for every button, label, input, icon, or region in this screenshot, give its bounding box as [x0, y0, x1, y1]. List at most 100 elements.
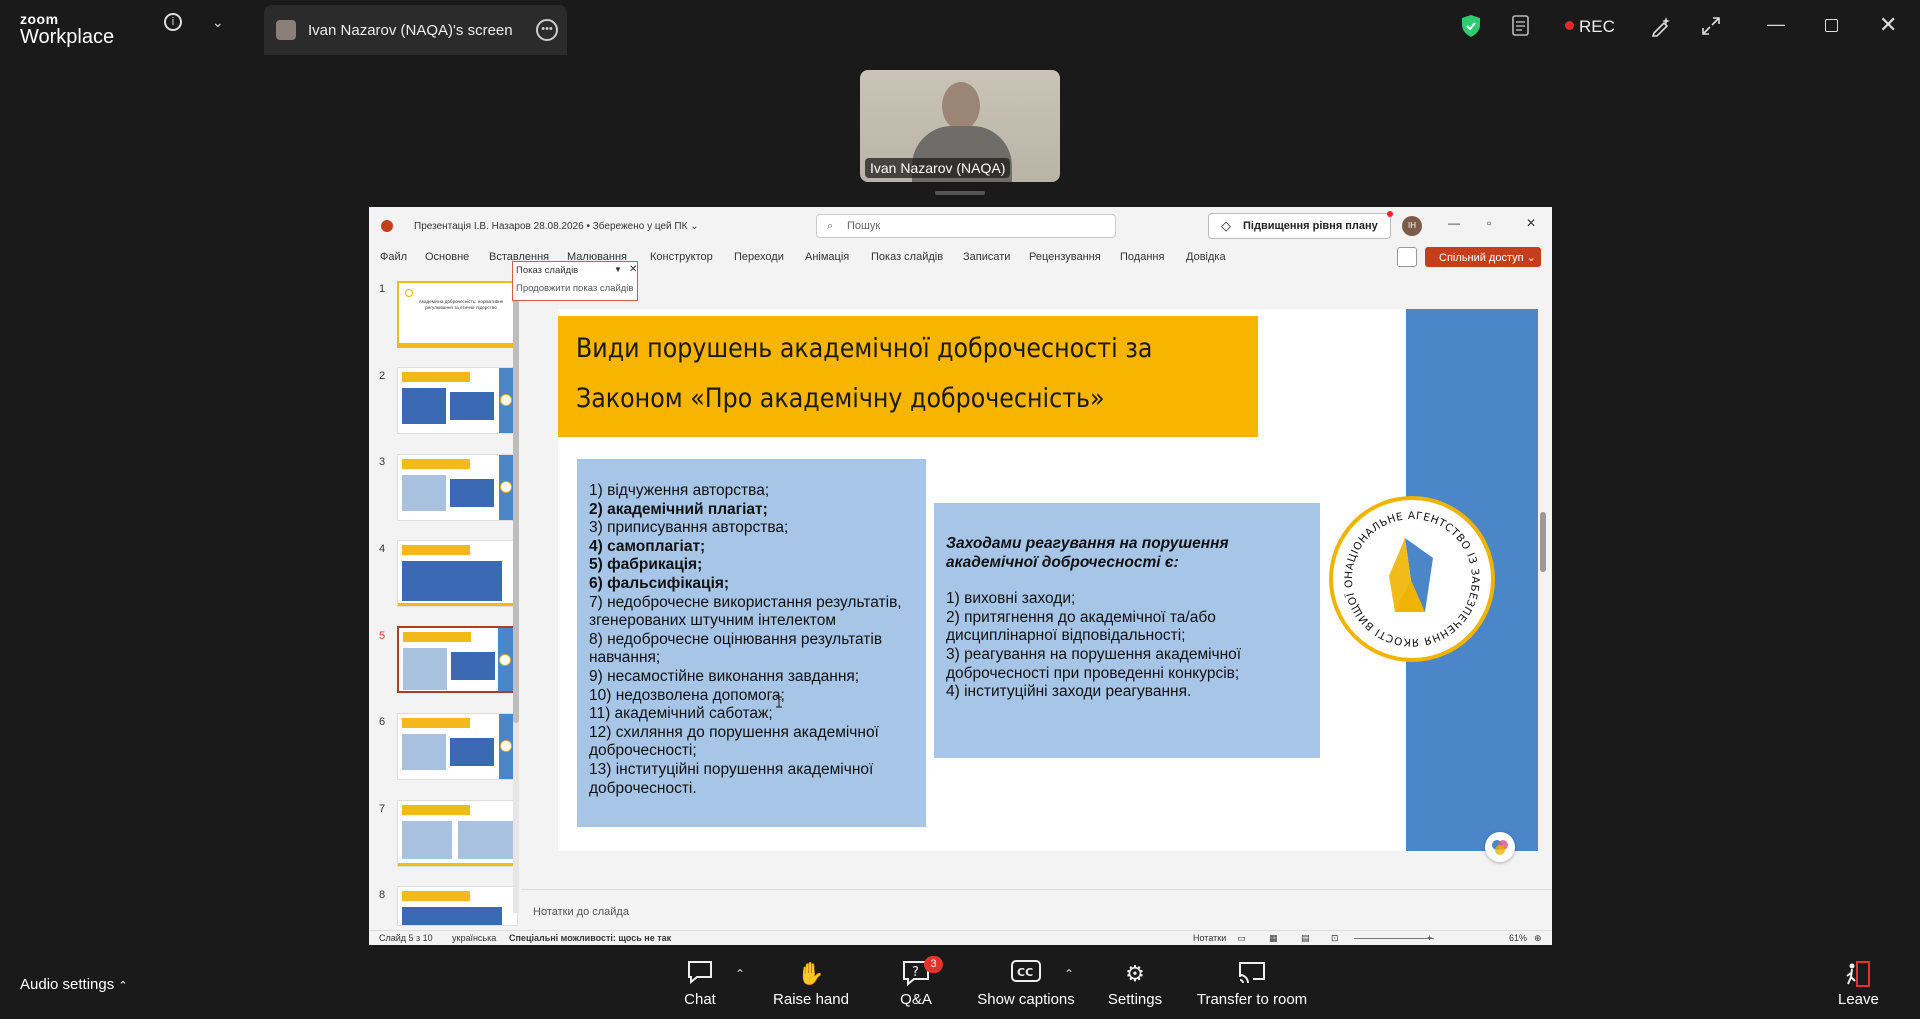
video-drag-handle[interactable]	[935, 191, 985, 195]
raise-hand-button[interactable]: ✋ Raise hand	[770, 959, 852, 1008]
menu-animation[interactable]: Анімація	[805, 251, 849, 263]
ppt-search-placeholder: Пошук	[847, 220, 881, 232]
ppt-share-button[interactable]: Спільний доступ ⌄	[1425, 247, 1541, 267]
info-icon[interactable]: i	[164, 13, 182, 31]
slide-scrollbar-knob[interactable]	[1540, 512, 1546, 572]
close-window-icon[interactable]: ✕	[1879, 12, 1897, 38]
zoom-slider[interactable]	[1354, 938, 1434, 939]
slide-title-line-2: Законом «Про академічну доброчесність»	[576, 383, 1105, 414]
sorter-view-icon[interactable]: ▦	[1269, 933, 1278, 944]
scrollbar-knob[interactable]	[513, 283, 519, 723]
response-measures-box[interactable]: Заходами реагування на порушення академі…	[934, 503, 1320, 758]
screen-share-tab[interactable]: Ivan Nazarov (NAQA)'s screen •••	[264, 5, 567, 55]
transfer-label: Transfer to room	[1196, 991, 1308, 1008]
fullscreen-icon[interactable]	[1701, 16, 1721, 36]
response-header: Заходами реагування на порушення академі…	[946, 535, 1229, 571]
audio-settings-button[interactable]: Audio settings ⌃	[20, 976, 128, 993]
notes-placeholder: Нотатки до слайда	[533, 906, 629, 918]
slide-thumb-4[interactable]	[397, 540, 518, 607]
comments-icon[interactable]	[1397, 247, 1417, 267]
slide-title-line-1: Види порушень академічної доброчесності …	[576, 333, 1153, 364]
more-options-icon[interactable]: •••	[536, 19, 558, 41]
slide-thumb-8[interactable]	[397, 886, 518, 926]
minimize-window-icon[interactable]: —	[1767, 14, 1785, 35]
slide-thumb-2[interactable]	[397, 367, 518, 434]
menu-slideshow[interactable]: Показ слайдів	[871, 251, 943, 263]
menu-view[interactable]: Подання	[1120, 251, 1164, 263]
slide-canvas[interactable]: Види порушень академічної доброчесності …	[558, 309, 1538, 851]
menu-review[interactable]: Рецензування	[1029, 251, 1101, 263]
ppt-search-input[interactable]: ⌕ Пошук	[816, 214, 1116, 238]
tooltip-resume-link[interactable]: Продовжити показ слайдів	[516, 283, 633, 294]
status-accessibility[interactable]: Спеціальні можливості: щось не так	[509, 933, 671, 943]
fit-slide-icon[interactable]: ⊕	[1534, 933, 1542, 944]
menu-design[interactable]: Конструктор	[650, 251, 713, 263]
list-item: 8) недоброчесне оцінювання результатів н…	[589, 630, 883, 667]
presenter-view-icon[interactable]: ⊡	[1331, 933, 1339, 944]
chat-options-caret-icon[interactable]: ⌃	[735, 967, 745, 981]
thumb-number: 7	[379, 803, 386, 815]
tooltip-close-icon[interactable]: ✕	[629, 264, 637, 275]
slide-notes-pane[interactable]: Нотатки до слайда	[521, 889, 1552, 931]
upgrade-plan-button[interactable]: ◇ Підвищення рівня плану	[1208, 213, 1391, 239]
status-zoom-level[interactable]: 61%	[1509, 933, 1527, 943]
status-language[interactable]: українська	[452, 933, 496, 943]
cc-icon: CC	[1011, 960, 1041, 982]
slide-thumb-6[interactable]	[397, 713, 518, 780]
thumbnails-scrollbar[interactable]	[513, 273, 519, 913]
ppt-close-icon[interactable]: ✕	[1526, 216, 1536, 230]
menu-record[interactable]: Записати	[963, 251, 1010, 263]
slide-thumb-3[interactable]	[397, 454, 518, 521]
recording-indicator[interactable]: REC	[1565, 17, 1615, 37]
annotate-pen-icon[interactable]	[1650, 15, 1672, 37]
show-captions-button[interactable]: CC Show captions	[975, 959, 1077, 1008]
menu-home[interactable]: Основне	[425, 251, 469, 263]
tooltip-dropdown-icon[interactable]: ▼	[614, 265, 622, 274]
restore-window-icon[interactable]	[1825, 19, 1838, 32]
slide-scrollbar[interactable]	[1539, 277, 1547, 917]
ppt-file-title[interactable]: Презентація І.В. Назаров 28.08.2026 • Зб…	[414, 221, 699, 232]
menu-file[interactable]: Файл	[380, 251, 407, 263]
chat-button[interactable]: Chat	[680, 959, 720, 1008]
diamond-icon: ◇	[1221, 218, 1231, 233]
copilot-icon	[1492, 840, 1508, 855]
zoom-logo: zoom Workplace	[20, 12, 114, 47]
svg-text:?: ?	[912, 965, 919, 980]
violations-list-box[interactable]: 1) відчуження авторства; 2) академічний …	[577, 459, 926, 827]
naqa-emblem-icon: НАЦІОНАЛЬНЕ АГЕНТСТВО ІЗ ЗАБЕЗПЕЧЕННЯ ЯК…	[1328, 491, 1480, 648]
zoom-in-icon[interactable]: +	[1427, 933, 1432, 943]
menu-help[interactable]: Довідка	[1186, 251, 1226, 263]
slide-thumb-5-selected[interactable]	[397, 626, 518, 693]
naqa-seal-logo: НАЦІОНАЛЬНЕ АГЕНТСТВО ІЗ ЗАБЕЗПЕЧЕННЯ ЯК…	[1328, 491, 1495, 662]
menu-transitions[interactable]: Переходи	[734, 251, 784, 263]
slide-thumb-1[interactable]: Академічна доброчесність: нормативне рег…	[397, 281, 518, 348]
qa-count-badge: 3	[924, 956, 943, 973]
thumb-number: 2	[379, 370, 386, 382]
notes-doc-icon[interactable]	[1511, 14, 1533, 38]
ppt-title-bar: Презентація І.В. Назаров 28.08.2026 • Зб…	[369, 207, 1552, 243]
participant-video[interactable]: Ivan Nazarov (NAQA)	[860, 70, 1060, 182]
chevron-down-icon[interactable]: ⌄	[212, 14, 224, 31]
captions-options-caret-icon[interactable]: ⌃	[1064, 967, 1074, 981]
ppt-minimize-icon[interactable]: —	[1448, 216, 1460, 230]
normal-view-icon[interactable]: ▭	[1237, 933, 1246, 944]
tooltip-title: Показ слайдів	[516, 265, 579, 276]
user-avatar[interactable]: ІН	[1402, 216, 1422, 236]
reading-view-icon[interactable]: ▤	[1301, 933, 1310, 944]
transfer-to-room-button[interactable]: Transfer to room	[1194, 959, 1310, 1008]
thumb-number: 8	[379, 889, 386, 901]
thumb-number: 3	[379, 456, 386, 468]
status-notes-toggle[interactable]: Нотатки	[1193, 933, 1226, 943]
settings-button[interactable]: ⚙ Settings	[1106, 959, 1164, 1008]
leave-button[interactable]: Leave	[1838, 959, 1879, 1008]
encryption-shield-icon[interactable]	[1460, 14, 1482, 38]
copilot-button[interactable]	[1485, 832, 1515, 862]
ppt-share-label: Спільний доступ	[1439, 252, 1524, 264]
list-item: 6) фальсифікація;	[589, 574, 730, 592]
brand-top: zoom	[20, 11, 59, 27]
slideshow-tooltip[interactable]: Показ слайдів ▼ ✕ Продовжити показ слайд…	[512, 261, 638, 301]
participant-name: Ivan Nazarov (NAQA)	[865, 158, 1011, 178]
slide-title-box[interactable]: Види порушень академічної доброчесності …	[558, 316, 1258, 437]
slide-thumb-7[interactable]	[397, 800, 518, 867]
ppt-restore-icon[interactable]: ▫	[1487, 216, 1491, 230]
